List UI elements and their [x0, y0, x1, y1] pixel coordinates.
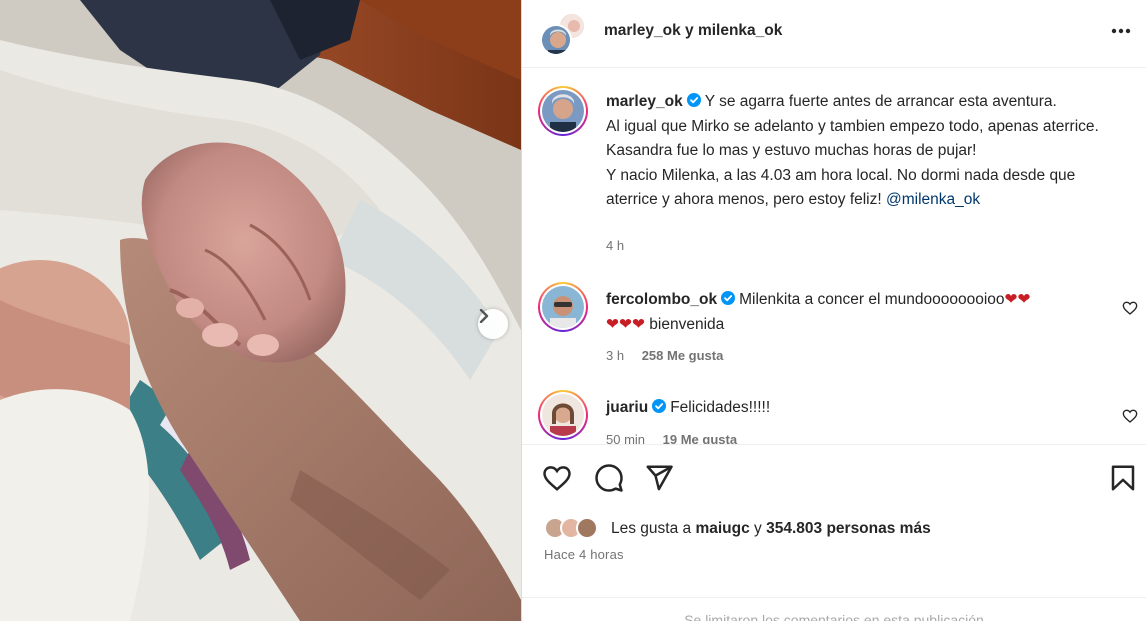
post-side-panel: marley_ok y milenka_ok marley_ok Y se aga… [522, 0, 1146, 621]
caption-meta: 4 h [606, 238, 638, 253]
baby-hand-photo [0, 0, 521, 621]
comment-text: juariu Felicidades!!!!! [606, 396, 1111, 421]
caption-line-3: Kasandra fue lo mas y estuvo muchas hora… [606, 142, 977, 159]
bookmark-icon[interactable] [1108, 463, 1138, 493]
comment-username[interactable]: juariu [606, 399, 648, 416]
share-icon[interactable] [644, 463, 674, 493]
caption-avatar[interactable] [538, 86, 588, 136]
comment-avatar[interactable] [538, 282, 588, 332]
owner-username-1[interactable]: marley_ok [604, 22, 681, 39]
comment-avatar[interactable] [538, 390, 588, 440]
comment-body: Felicidades!!!!! [670, 399, 771, 416]
red-heart-emoji: ❤❤ [1004, 291, 1031, 308]
verified-badge-icon [721, 291, 736, 305]
caption-line-2: Al igual que Mirko se adelanto y tambien… [606, 117, 1099, 135]
verified-badge-icon [652, 399, 667, 413]
next-arrow-icon [479, 309, 489, 323]
likes-user[interactable]: maiugc [695, 520, 749, 537]
post-timestamp[interactable]: Hace 4 horas [544, 547, 624, 562]
caption-username[interactable]: marley_ok [606, 93, 683, 110]
more-options-button[interactable] [1108, 20, 1134, 42]
comment-meta: 50 min 19 Me gusta [606, 432, 751, 444]
comments-list[interactable]: marley_ok Y se agarra fuerte antes de arr… [522, 68, 1146, 444]
post-owners: marley_ok y milenka_ok [604, 22, 782, 40]
caption-time[interactable]: 4 h [606, 238, 624, 253]
comment-time[interactable]: 3 h [606, 348, 624, 363]
verified-badge-icon [686, 93, 701, 107]
comment-icon[interactable] [594, 463, 624, 493]
likes-count[interactable]: 354.803 personas más [766, 520, 931, 537]
comment-like-heart-icon[interactable] [1122, 408, 1138, 424]
post-actions: Les gusta a maiugc y 354.803 personas má… [522, 444, 1146, 621]
collab-avatars[interactable] [540, 12, 586, 56]
comments-limited-notice: Se limitaron los comentarios en esta pub… [522, 597, 1146, 621]
owner-username-2[interactable]: milenka_ok [698, 22, 782, 39]
comment-body: Milenkita a concer el mundoooooooioo [739, 291, 1005, 308]
post-photo [0, 0, 521, 621]
next-photo-button[interactable] [478, 309, 508, 339]
likes-middle: y [754, 520, 762, 537]
caption-text: marley_ok Y se agarra fuerte antes de arr… [606, 90, 1111, 213]
likes-summary: Les gusta a maiugc y 354.803 personas má… [611, 520, 931, 538]
comment-like-heart-icon[interactable] [1122, 300, 1138, 316]
comment-likes[interactable]: 258 Me gusta [642, 348, 724, 363]
more-options-icon [1111, 28, 1131, 34]
avatar-marley [540, 24, 572, 56]
post-header: marley_ok y milenka_ok [522, 0, 1146, 68]
owners-joiner: y [685, 22, 694, 39]
comment-text: fercolombo_ok Milenkita a concer el mundo… [606, 288, 1111, 337]
caption-line-4: Y nacio Milenka, a las 4.03 am hora loca… [606, 166, 1076, 209]
comment-time[interactable]: 50 min [606, 432, 645, 444]
heart-icon[interactable] [542, 463, 572, 493]
likes-prefix: Les gusta a [611, 520, 692, 537]
comment-username[interactable]: fercolombo_ok [606, 291, 717, 308]
liker-avatar [576, 517, 598, 539]
red-heart-emoji: ❤❤❤ [606, 315, 645, 333]
caption-mention[interactable]: @milenka_ok [886, 191, 980, 208]
comment-likes[interactable]: 19 Me gusta [663, 432, 737, 444]
comment-meta: 3 h 258 Me gusta [606, 348, 737, 363]
caption-line-1: Y se agarra fuerte antes de arrancar est… [704, 93, 1057, 110]
comment-body-trailing: bienvenida [649, 315, 725, 333]
